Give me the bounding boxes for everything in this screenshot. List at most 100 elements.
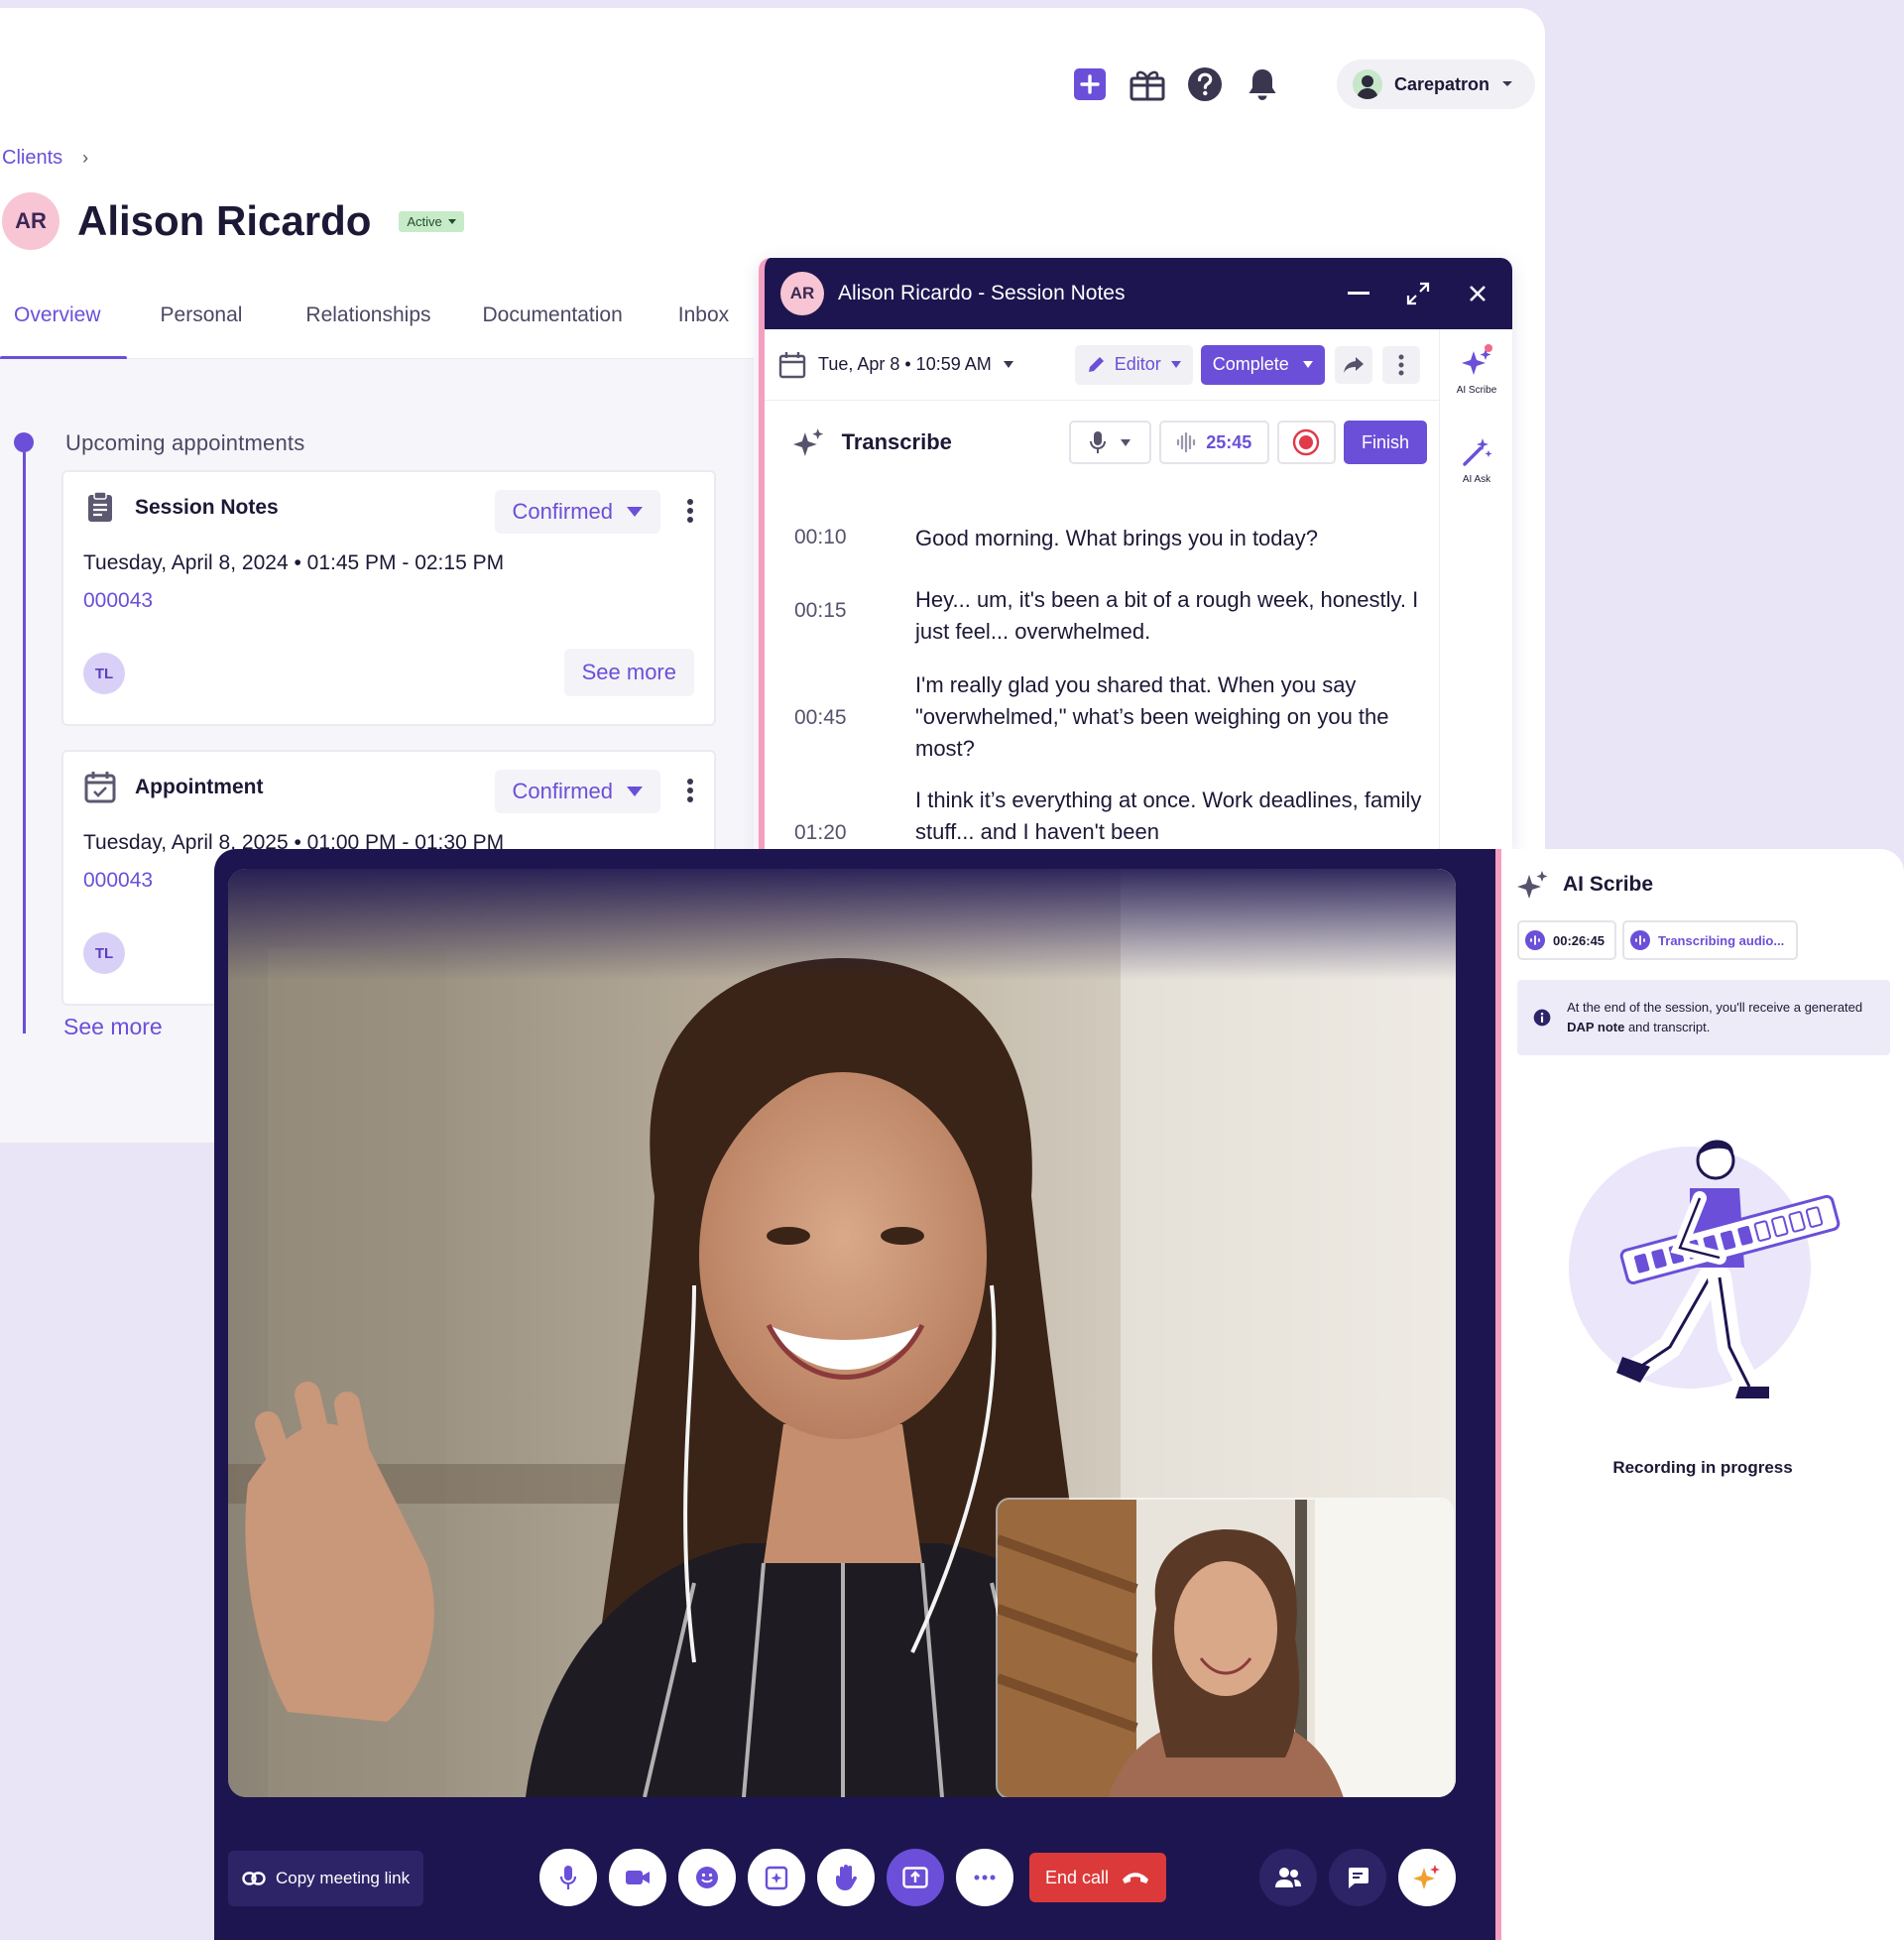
ai-scribe-panel: AI Scribe 00:26:45 Transcribing audio...… (1495, 849, 1904, 1940)
timeline-dot (14, 432, 34, 452)
profile-tabs: Overview Personal Relationships Document… (0, 276, 754, 360)
user-menu[interactable]: Carepatron (1337, 60, 1536, 109)
reactions-button[interactable] (678, 1849, 736, 1906)
session-notes-panel: AR Alison Ricardo - Session Notes Tue, A… (759, 258, 1512, 853)
end-call-button[interactable]: End call (1029, 1853, 1167, 1902)
transcript-text: Good morning. What brings you in today? (915, 526, 1319, 550)
tab-relationships[interactable]: Relationships (305, 276, 430, 359)
session-date: Tue, Apr 8 • 10:59 AM (818, 354, 992, 374)
chevron-down-icon (1502, 81, 1513, 86)
close-icon[interactable] (1459, 275, 1496, 312)
assignee-avatar: TL (83, 653, 125, 694)
notes-side-rail: AI Scribe AI Ask (1439, 329, 1512, 853)
copy-meeting-link-button[interactable]: Copy meeting link (228, 1851, 424, 1906)
note-sparkle-icon (765, 1866, 788, 1890)
breadcrumb-clients[interactable]: Clients (2, 147, 62, 170)
more-options-icon[interactable] (686, 498, 694, 529)
complete-button[interactable]: Complete (1200, 344, 1325, 385)
caret-down-icon (627, 507, 643, 517)
tab-documentation[interactable]: Documentation (483, 276, 623, 359)
see-more-link[interactable]: See more (63, 1014, 163, 1040)
status-dropdown[interactable]: Confirmed (494, 490, 660, 534)
more-options-button[interactable] (956, 1849, 1013, 1906)
transcript-text: Hey... um, it's been a bit of a rough we… (915, 587, 1419, 644)
ai-assistant-button[interactable] (1398, 1849, 1456, 1906)
transcribe-title: Transcribe (841, 429, 952, 454)
share-icon[interactable] (1334, 345, 1372, 384)
sparkle-icon (792, 428, 824, 456)
card-date: Tuesday, April 8, 2024 • 01:45 PM - 02:1… (83, 551, 505, 574)
screen-share-icon (902, 1867, 928, 1888)
video-call-window: Copy meeting link End call (214, 849, 1495, 1940)
session-notes-header: AR Alison Ricardo - Session Notes (765, 258, 1512, 329)
transcript-timestamp: 00:45 (794, 706, 847, 729)
tab-inbox[interactable]: Inbox (678, 276, 729, 359)
recording-status: Recording in progress (1612, 1458, 1793, 1477)
card-title: Session Notes (135, 496, 279, 519)
status-dropdown-label: Confirmed (512, 779, 613, 803)
scribe-timer-chip: 00:26:45 (1517, 920, 1617, 960)
chevron-down-icon (447, 218, 456, 224)
add-icon[interactable] (1071, 65, 1109, 103)
transcript-text: I think it’s everything at once. Work de… (915, 788, 1422, 844)
raise-hand-button[interactable] (817, 1849, 875, 1906)
gift-icon[interactable] (1129, 65, 1166, 103)
scribe-timer: 00:26:45 (1553, 932, 1606, 948)
record-button[interactable] (1276, 421, 1336, 464)
status-dropdown[interactable]: Confirmed (494, 770, 660, 813)
caret-down-icon (1003, 361, 1013, 368)
waveform-icon (1177, 432, 1196, 452)
transcript-timestamp: 00:10 (794, 526, 847, 548)
see-more-button[interactable]: See more (563, 649, 694, 696)
tab-personal[interactable]: Personal (161, 276, 243, 359)
record-icon (1293, 428, 1320, 456)
scribe-info-text: At the end of the session, you'll receiv… (1567, 998, 1874, 1037)
assignee-avatar: TL (83, 932, 125, 974)
session-date-selector[interactable]: Tue, Apr 8 • 10:59 AM (778, 351, 1013, 379)
status-badge[interactable]: Active (399, 210, 464, 232)
microphone-button[interactable] (539, 1849, 597, 1906)
recording-timer: 25:45 (1158, 421, 1269, 464)
chat-button[interactable] (1329, 1849, 1386, 1906)
chat-icon (1349, 1868, 1368, 1888)
scribe-info-banner: At the end of the session, you'll receiv… (1517, 980, 1890, 1055)
user-avatar (1353, 69, 1382, 99)
bell-icon[interactable] (1244, 65, 1281, 103)
pencil-icon (1088, 356, 1104, 372)
smiley-icon (696, 1867, 718, 1888)
help-icon[interactable] (1186, 65, 1224, 103)
rail-ai-ask[interactable]: AI Ask (1440, 436, 1512, 485)
rail-ai-scribe[interactable]: AI Scribe (1440, 343, 1512, 396)
more-options-icon[interactable] (686, 778, 694, 808)
expand-icon[interactable] (1399, 275, 1437, 312)
user-name: Carepatron (1394, 73, 1490, 94)
microphone-selector[interactable] (1068, 421, 1151, 464)
ai-scribe-title: AI Scribe (1563, 873, 1654, 896)
info-text-bold: DAP note (1567, 1020, 1625, 1034)
ai-scribe-header: AI Scribe (1517, 869, 1653, 901)
tab-overview[interactable]: Overview (0, 276, 126, 360)
status-dropdown-label: Confirmed (512, 499, 613, 524)
more-horizontal-icon (974, 1875, 996, 1880)
editor-label: Editor (1114, 354, 1161, 374)
info-icon (1533, 1009, 1551, 1027)
caret-down-icon (1170, 361, 1181, 368)
transcript-text: I'm really glad you shared that. When yo… (915, 672, 1389, 761)
transcript-timestamp: 01:20 (794, 821, 847, 844)
finish-button[interactable]: Finish (1343, 421, 1427, 464)
microphone-icon (559, 1866, 577, 1889)
transcribe-bar: Transcribe 25:45 Finish (792, 419, 1427, 466)
minimize-icon[interactable] (1340, 275, 1377, 312)
share-screen-button[interactable] (887, 1849, 944, 1906)
camera-button[interactable] (609, 1849, 666, 1906)
participants-button[interactable] (1259, 1849, 1317, 1906)
card-id-link[interactable]: 000043 (83, 589, 153, 613)
scribe-status-chips: 00:26:45 Transcribing audio... (1517, 920, 1799, 960)
more-options-icon[interactable] (1381, 345, 1420, 384)
editor-button[interactable]: Editor (1074, 344, 1193, 385)
notes-button[interactable] (748, 1849, 805, 1906)
chevron-right-icon: › (82, 148, 89, 168)
card-id-link[interactable]: 000043 (83, 869, 153, 893)
appointment-card[interactable]: Session Notes Confirmed Tuesday, April 8… (61, 470, 716, 726)
section-title: Upcoming appointments (65, 430, 305, 455)
